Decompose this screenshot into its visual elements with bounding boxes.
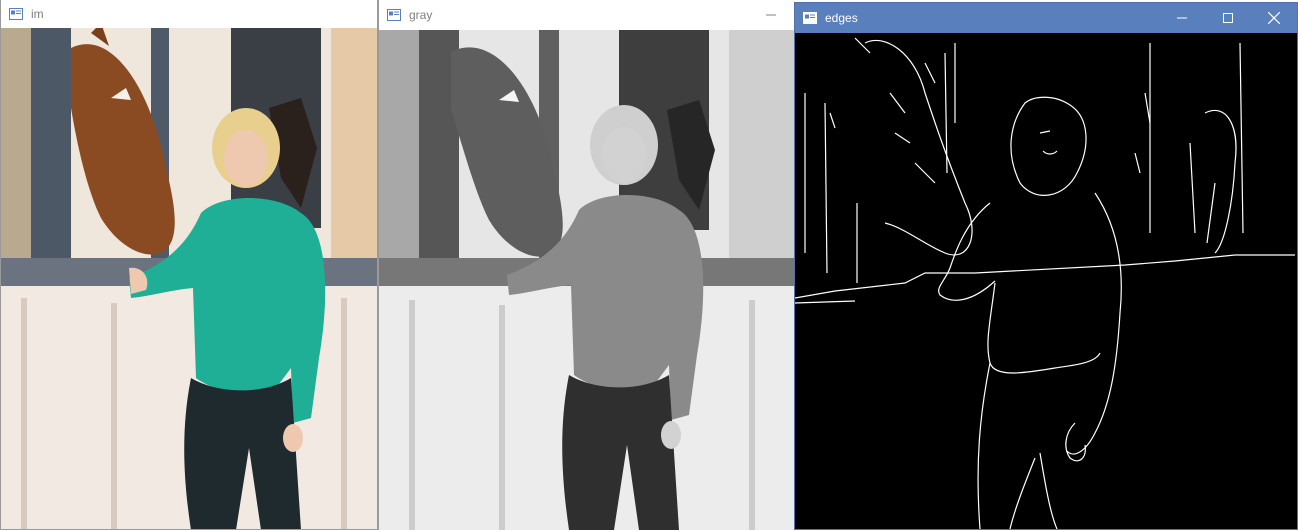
window-im-titlebar[interactable]: im (1, 0, 377, 28)
grayscale-photo (379, 30, 794, 530)
minimize-button[interactable] (766, 0, 794, 30)
app-window-icon (9, 8, 23, 20)
window-im[interactable]: im (0, 0, 378, 530)
app-window-icon (803, 12, 817, 24)
window-edges-titlebar[interactable]: edges (795, 3, 1297, 33)
image-view-color (1, 28, 377, 529)
minimize-icon (766, 14, 776, 16)
maximize-button[interactable] (1205, 3, 1251, 33)
window-title: gray (409, 8, 433, 22)
close-icon (1268, 12, 1280, 24)
window-title: im (31, 7, 44, 21)
color-photo (1, 28, 377, 529)
minimize-button[interactable] (1159, 3, 1205, 33)
window-title: edges (825, 11, 858, 25)
window-gray[interactable]: gray (378, 0, 794, 530)
image-view-gray (379, 30, 794, 530)
window-gray-titlebar[interactable]: gray (379, 0, 794, 30)
maximize-icon (1223, 13, 1233, 23)
edge-map (795, 37, 1295, 529)
close-button[interactable] (1251, 3, 1297, 33)
minimize-icon (1177, 17, 1187, 19)
window-edges[interactable]: edges (794, 2, 1298, 530)
app-window-icon (387, 9, 401, 21)
image-view-edges (795, 33, 1297, 529)
